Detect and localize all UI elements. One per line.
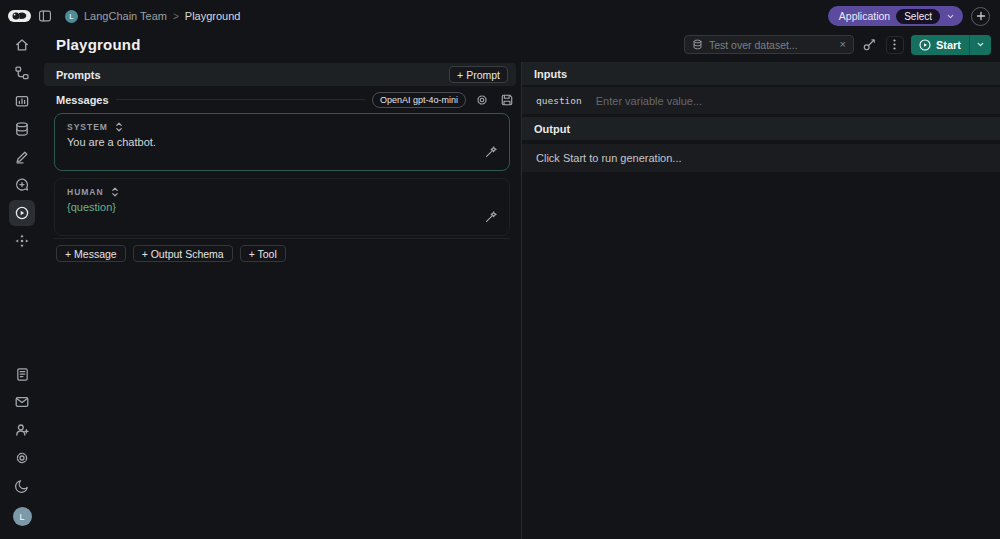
dataset-placeholder: Test over dataset... — [709, 39, 834, 51]
start-button[interactable]: Start — [911, 35, 991, 55]
breadcrumb-page[interactable]: Playground — [185, 10, 241, 22]
start-label: Start — [936, 39, 961, 51]
message-content[interactable]: {question} — [67, 201, 497, 213]
title-row: Playground Test over dataset... × Start — [44, 32, 1000, 57]
sidebar-item-docs[interactable] — [9, 361, 35, 387]
sidebar-toggle-icon[interactable] — [38, 9, 52, 23]
prompts-title: Prompts — [56, 69, 101, 81]
divider — [116, 99, 365, 100]
message-role[interactable]: SYSTEM — [67, 122, 108, 132]
inputs-title: Inputs — [534, 68, 567, 80]
sidebar-item-prompts[interactable] — [9, 172, 35, 198]
mail-icon — [14, 394, 30, 410]
sidebar-item-playground[interactable] — [9, 200, 35, 226]
chevron-down-icon — [946, 12, 955, 21]
message-actions: + Message + Output Schema + Tool — [56, 245, 521, 262]
sidebar-item-mail[interactable] — [9, 389, 35, 415]
invite-user-icon — [14, 422, 30, 438]
docs-icon — [15, 367, 30, 382]
add-prompt-button[interactable]: + Prompt — [449, 66, 508, 83]
settings-icon — [14, 450, 30, 466]
sidebar-item-darkmode[interactable] — [9, 473, 35, 499]
messages-toolbar: Messages OpenAI gpt-4o-mini — [44, 86, 521, 110]
prompts-icon — [14, 177, 30, 193]
role-switch-icon[interactable] — [110, 186, 120, 198]
input-variable-row[interactable]: question Enter variable value... — [522, 87, 1000, 115]
message-tools-button[interactable] — [481, 207, 501, 227]
message-card-human[interactable]: HUMAN {question} — [54, 178, 510, 236]
sidebar-item-annotation[interactable] — [9, 144, 35, 170]
application-value: Select — [896, 9, 940, 24]
message-card-system[interactable]: SYSTEM You are a chatbot. — [54, 113, 510, 171]
breadcrumb-team[interactable]: LangChain Team — [84, 10, 167, 22]
tracing-projects-icon — [14, 65, 30, 81]
application-selector[interactable]: Application Select — [828, 6, 963, 26]
dataset-select-input[interactable]: Test over dataset... × — [684, 35, 854, 54]
more-options-button[interactable] — [886, 36, 904, 54]
user-avatar[interactable]: L — [13, 507, 32, 526]
gear-icon — [475, 93, 489, 107]
monitoring-icon — [14, 93, 30, 109]
variable-value-input[interactable]: Enter variable value... — [596, 95, 702, 107]
sidebar-item-invite[interactable] — [9, 417, 35, 443]
output-header: Output — [522, 117, 1000, 140]
message-tools-button[interactable] — [481, 142, 501, 162]
messages-title: Messages — [56, 94, 109, 106]
page-title: Playground — [56, 36, 141, 53]
sidebar-item-deployments[interactable] — [9, 228, 35, 254]
sidebar-item-tracing[interactable] — [9, 60, 35, 86]
sidebar-item-home[interactable] — [9, 32, 35, 58]
add-output-schema-button[interactable]: + Output Schema — [133, 245, 233, 262]
add-button[interactable] — [971, 7, 990, 26]
wrench-icon — [862, 37, 877, 52]
sidebar-item-settings[interactable] — [9, 445, 35, 471]
divider — [54, 238, 510, 239]
clear-dataset-icon[interactable]: × — [840, 39, 846, 50]
langsmith-logo[interactable] — [8, 10, 31, 22]
wand-icon — [484, 210, 498, 224]
datasets-icon — [14, 121, 30, 137]
dataset-icon — [692, 39, 703, 50]
output-placeholder: Click Start to run generation... — [522, 144, 1000, 172]
breadcrumb: L LangChain Team > Playground — [65, 10, 240, 23]
wrench-settings-button[interactable] — [861, 36, 879, 54]
prompts-header: Prompts + Prompt — [44, 63, 516, 86]
start-options-caret[interactable] — [970, 40, 991, 49]
inputs-header: Inputs — [522, 62, 1000, 85]
application-label: Application — [839, 10, 890, 22]
message-content[interactable]: You are a chatbot. — [67, 136, 497, 148]
variable-name: question — [536, 95, 582, 106]
dark-mode-icon — [14, 478, 30, 494]
run-panel: Inputs question Enter variable value... … — [522, 62, 1000, 539]
kebab-icon — [893, 39, 896, 50]
message-role[interactable]: HUMAN — [67, 187, 104, 197]
annotation-icon — [14, 149, 30, 165]
sidebar-item-datasets[interactable] — [9, 116, 35, 142]
play-icon — [919, 39, 931, 51]
team-avatar: L — [65, 10, 78, 23]
model-settings-button[interactable] — [473, 91, 491, 109]
wand-icon — [484, 145, 498, 159]
save-button[interactable] — [498, 91, 516, 109]
save-icon — [500, 93, 514, 107]
home-icon — [14, 37, 30, 53]
playground-icon — [14, 205, 30, 221]
sidebar-item-monitoring[interactable] — [9, 88, 35, 114]
deployments-icon — [14, 233, 30, 249]
add-message-button[interactable]: + Message — [56, 245, 126, 262]
role-switch-icon[interactable] — [114, 121, 124, 133]
sidebar: L — [0, 32, 44, 539]
prompt-panel: Prompts + Prompt Messages OpenAI gpt-4o-… — [44, 62, 521, 539]
model-selector[interactable]: OpenAI gpt-4o-mini — [372, 92, 466, 108]
top-bar: L LangChain Team > Playground Applicatio… — [0, 0, 1000, 32]
add-tool-button[interactable]: + Tool — [240, 245, 286, 262]
breadcrumb-separator: > — [173, 11, 179, 22]
output-title: Output — [534, 123, 570, 135]
